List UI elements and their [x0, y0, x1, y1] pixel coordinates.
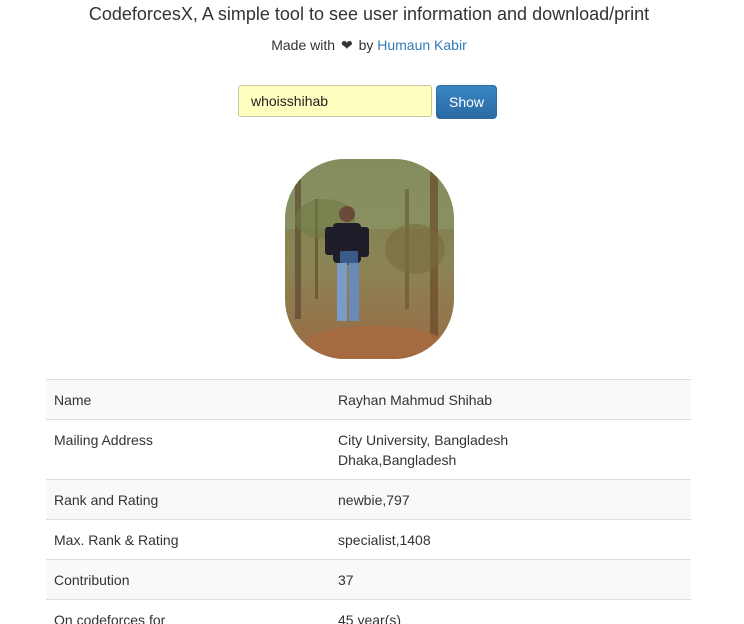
author-link[interactable]: Humaun Kabir	[377, 37, 467, 53]
address-line-1: City University, Bangladesh	[338, 432, 509, 448]
address-line-2: Dhaka,Bangladesh	[338, 452, 457, 468]
table-row: On codeforces for 45 year(s)	[46, 599, 691, 624]
by-text: by	[358, 37, 374, 53]
address-value: City University, Bangladesh Dhaka,Bangla…	[322, 419, 691, 480]
rank-label: Rank and Rating	[46, 479, 322, 520]
page: CodeforcesX, A simple tool to see user i…	[0, 0, 744, 624]
on-codeforces-label: On codeforces for	[46, 599, 322, 624]
handle-input[interactable]	[238, 85, 432, 117]
address-label: Mailing Address	[46, 419, 322, 480]
contribution-value: 37	[322, 559, 691, 600]
page-title: CodeforcesX, A simple tool to see user i…	[88, 4, 650, 24]
name-label: Name	[46, 379, 322, 420]
show-button[interactable]: Show	[436, 85, 497, 119]
max-rank-label: Max. Rank & Rating	[46, 519, 322, 560]
contribution-label: Contribution	[46, 559, 322, 600]
max-rank-value: specialist,1408	[322, 519, 691, 560]
name-value: Rayhan Mahmud Shihab	[322, 379, 691, 420]
on-codeforces-value: 45 year(s)	[322, 599, 691, 624]
avatar	[285, 159, 454, 359]
heart-icon: ❤	[340, 37, 353, 53]
profile-table: Name Rayhan Mahmud Shihab Mailing Addres…	[46, 379, 691, 624]
table-row: Contribution 37	[46, 559, 691, 600]
table-row: Max. Rank & Rating specialist,1408	[46, 519, 691, 560]
table-row: Mailing Address City University, Banglad…	[46, 419, 691, 480]
table-row: Name Rayhan Mahmud Shihab	[46, 379, 691, 420]
rank-value: newbie,797	[322, 479, 691, 520]
subtitle: Made with ❤ by Humaun Kabir	[0, 36, 738, 54]
made-with-text: Made with	[271, 37, 336, 53]
table-row: Rank and Rating newbie,797	[46, 479, 691, 520]
search-form: Show	[238, 85, 497, 119]
